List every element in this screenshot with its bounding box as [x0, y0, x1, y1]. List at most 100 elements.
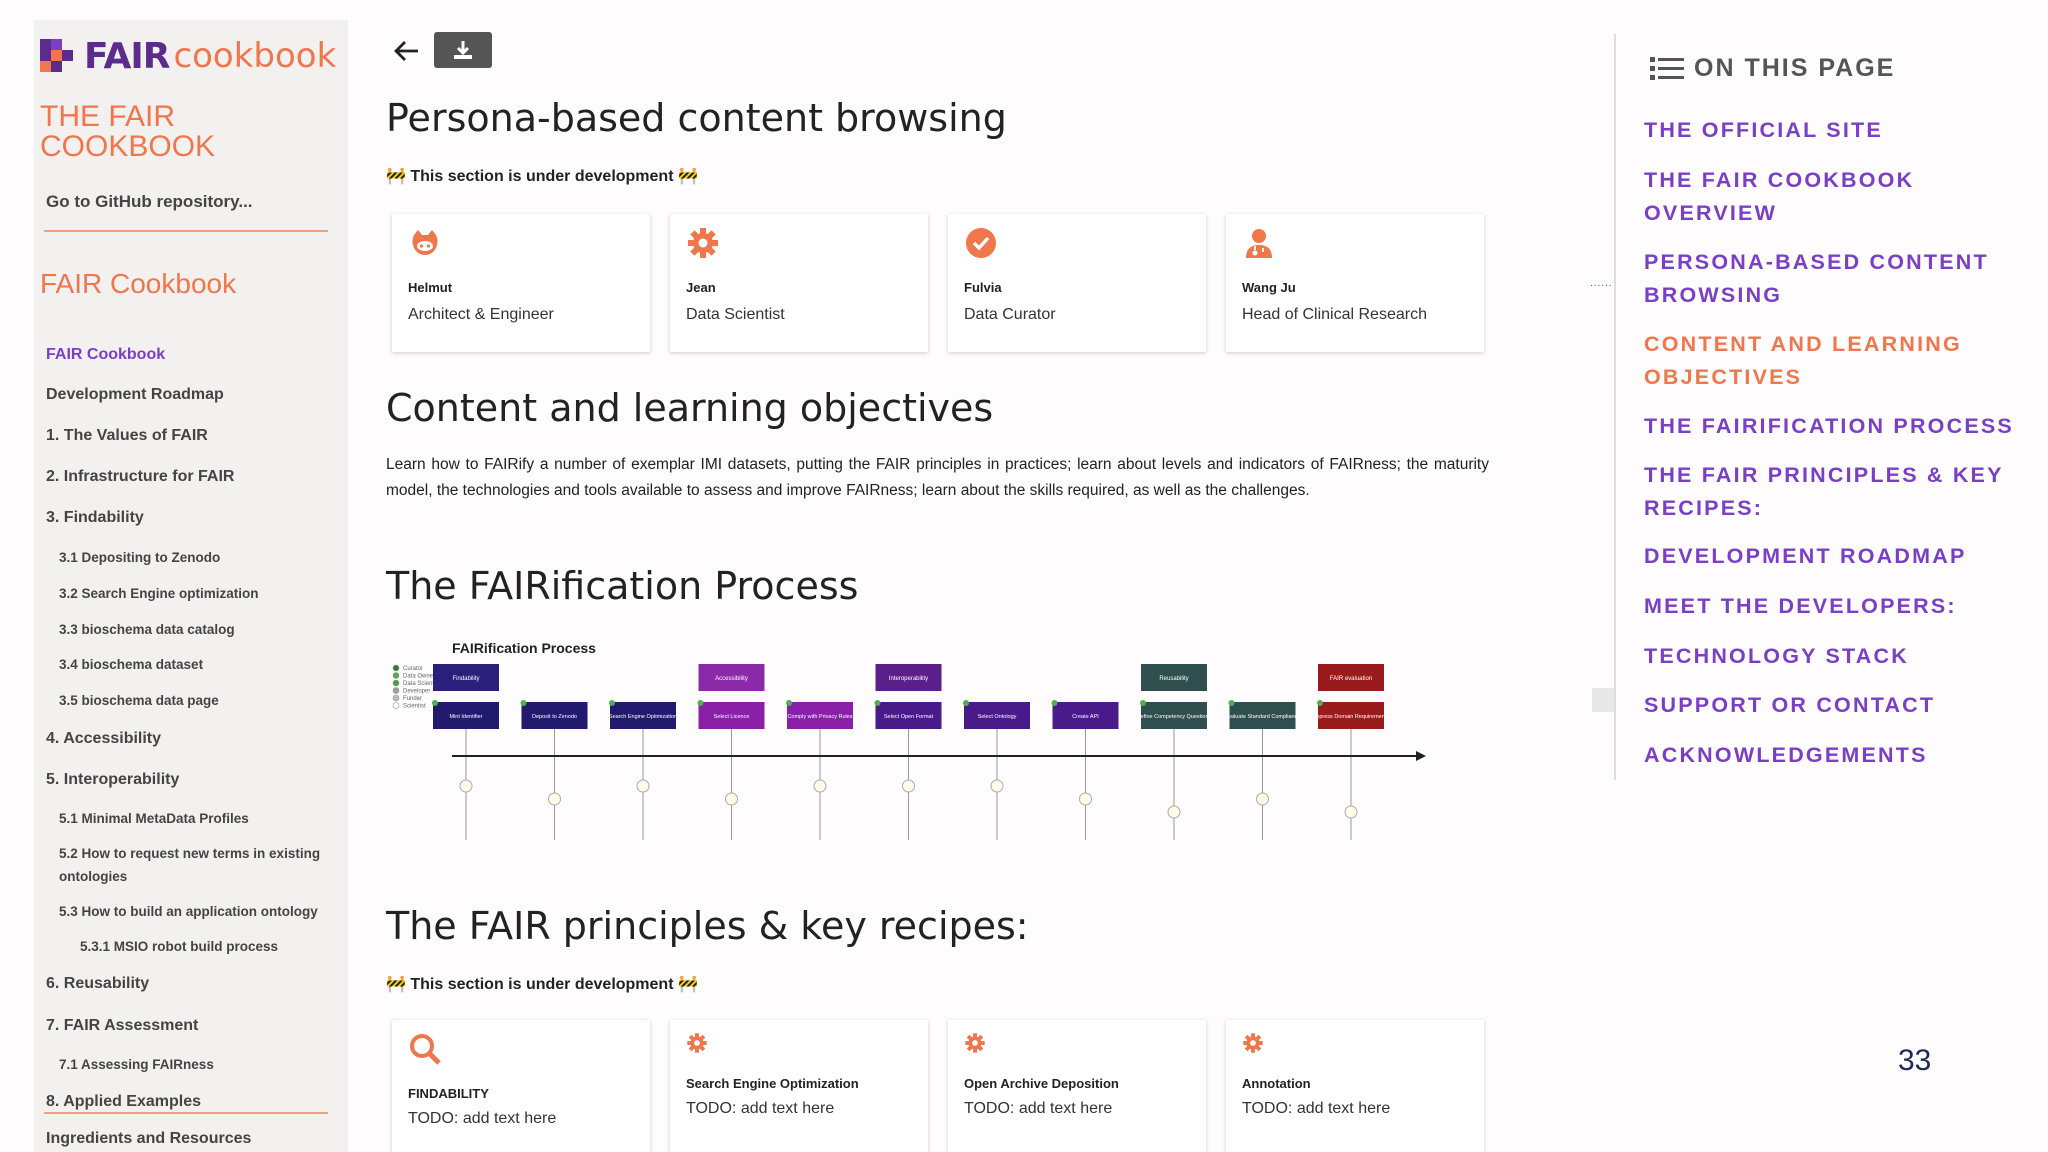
legend-label: Funder	[403, 696, 422, 702]
smiley-icon	[1256, 792, 1269, 806]
toc-item-tech-stack[interactable]: TECHNOLOGY STACK	[1644, 640, 2024, 673]
persona-card-fulvia[interactable]: Fulvia Data Curator	[948, 214, 1206, 352]
toc-item-content-objectives[interactable]: CONTENT AND LEARNING OBJECTIVES	[1644, 328, 2024, 394]
logo-text-cookbook: cookbook	[173, 36, 337, 76]
recipe-name: Annotation	[1242, 1076, 1311, 1091]
smiley-icon	[1344, 805, 1358, 819]
gear-icon	[965, 1033, 985, 1053]
sidebar-item-infrastructure[interactable]: 2. Infrastructure for FAIR	[46, 468, 234, 486]
sidebar-item-assessing-fairness[interactable]: 7.1 Assessing FAIRness	[59, 1057, 214, 1072]
list-icon	[1650, 56, 1684, 80]
sidebar-item-zenodo[interactable]: 3.1 Depositing to Zenodo	[59, 550, 220, 565]
recipe-card-open-archive[interactable]: Open Archive Deposition TODO: add text h…	[948, 1020, 1206, 1152]
fair-cookbook-logo[interactable]: FAIR cookbook	[40, 26, 336, 86]
sidebar-item-accessibility[interactable]: 4. Accessibility	[46, 730, 161, 748]
persona-card-helmut[interactable]: Helmut Architect & Engineer	[392, 214, 650, 352]
sidebar-item-msio-robot[interactable]: 5.3.1 MSIO robot build process	[80, 939, 278, 954]
download-button[interactable]	[434, 32, 492, 68]
persona-role: Data Curator	[964, 306, 1056, 323]
process-step-label: Express Domain Requirements	[1313, 714, 1389, 720]
process-step-label: Create API	[1072, 714, 1099, 720]
sidebar-item-applied-examples[interactable]: 8. Applied Examples	[46, 1093, 201, 1111]
sidebar-item-ingredients[interactable]: Ingredients and Resources	[46, 1130, 251, 1148]
process-phase-label: Accessibility	[715, 676, 748, 682]
smiley-icon	[990, 779, 1004, 793]
role-marker	[520, 700, 527, 706]
sidebar-subtitle: FAIR Cookbook	[40, 268, 237, 299]
left-sidebar: FAIR cookbook THE FAIR COOKBOOK Go to Gi…	[34, 20, 348, 1152]
toc-item-acknowledgements[interactable]: ACKNOWLEDGEMENTS	[1644, 739, 2024, 772]
toc-item-principles[interactable]: THE FAIR PRINCIPLES & KEY RECIPES:	[1644, 459, 2024, 525]
process-step-label: Select Ontology	[978, 714, 1017, 720]
recipe-name: Open Archive Deposition	[964, 1076, 1119, 1091]
smiley-icon	[1167, 805, 1181, 819]
role-marker	[1051, 700, 1058, 706]
sidebar-divider-bottom	[44, 1112, 328, 1114]
role-marker	[609, 700, 615, 706]
toc-item-official-site[interactable]: THE OFFICIAL SITE	[1644, 114, 2024, 147]
under-development-note: 🚧 This section is under development 🚧	[386, 168, 698, 185]
toc-toggle-dots[interactable]: ......	[1590, 278, 1613, 289]
sidebar-item-development-roadmap[interactable]: Development Roadmap	[46, 386, 224, 404]
under-development-note-2: 🚧 This section is under development 🚧	[386, 976, 698, 993]
process-phase-label: Findability	[452, 676, 479, 682]
toc-heading: ON THIS PAGE	[1650, 54, 1895, 83]
role-marker	[432, 700, 438, 706]
smiley-icon	[725, 792, 738, 806]
sidebar-item-request-terms[interactable]: 5.2 How to request new terms in existing…	[59, 842, 329, 888]
persona-name: Wang Ju	[1242, 280, 1296, 295]
sidebar-item-application-ontology[interactable]: 5.3 How to build an application ontology	[59, 904, 318, 919]
doctor-icon	[1246, 229, 1272, 258]
process-step-label: Define Competency Questions	[1137, 714, 1212, 720]
toc-item-support[interactable]: SUPPORT OR CONTACT	[1644, 689, 2024, 722]
gear-icon	[688, 228, 718, 258]
content-heading: Content and learning objectives	[386, 386, 994, 430]
sidebar-item-fair-assessment[interactable]: 7. FAIR Assessment	[46, 1017, 198, 1035]
github-repo-link[interactable]: Go to GitHub repository...	[46, 192, 253, 212]
legend-label: Curator	[403, 666, 423, 672]
logo-text-fair: FAIR	[84, 35, 170, 77]
sidebar-item-dataset[interactable]: 3.4 bioschema dataset	[59, 657, 203, 672]
legend-dot	[392, 664, 400, 672]
search-icon	[410, 1034, 441, 1065]
toc-item-developers[interactable]: MEET THE DEVELOPERS:	[1644, 590, 2024, 623]
logo-mark-icon	[40, 39, 74, 73]
sidebar-divider	[44, 230, 328, 232]
smiley-icon	[813, 779, 827, 793]
persona-name: Fulvia	[964, 280, 1002, 295]
toc-item-overview[interactable]: THE FAIR COOKBOOK OVERVIEW	[1644, 164, 2024, 230]
toc-scrollbar[interactable]	[1592, 688, 1614, 712]
persona-card-jean[interactable]: Jean Data Scientist	[670, 214, 928, 352]
recipe-card-seo[interactable]: Search Engine Optimization TODO: add tex…	[670, 1020, 928, 1152]
toc-item-roadmap[interactable]: DEVELOPMENT ROADMAP	[1644, 540, 2024, 573]
sidebar-item-values-of-fair[interactable]: 1. The Values of FAIR	[46, 427, 208, 445]
role-marker	[1140, 700, 1146, 706]
toc-item-persona[interactable]: PERSONA-BASED CONTENT BROWSING	[1644, 246, 2024, 312]
sidebar-item-data-page[interactable]: 3.5 bioschema data page	[59, 693, 219, 708]
arrow-left-icon[interactable]	[392, 36, 422, 66]
recipe-card-annotation[interactable]: Annotation TODO: add text here	[1226, 1020, 1484, 1152]
role-marker	[1228, 700, 1235, 706]
toc-item-fairification[interactable]: THE FAIRIFICATION PROCESS	[1644, 410, 2024, 443]
sidebar-item-findability[interactable]: 3. Findability	[46, 509, 144, 527]
sidebar-item-interoperability[interactable]: 5. Interoperability	[46, 771, 179, 789]
persona-card-wang-ju[interactable]: Wang Ju Head of Clinical Research	[1226, 214, 1484, 352]
sidebar-item-metadata-profiles[interactable]: 5.1 Minimal MetaData Profiles	[59, 811, 249, 826]
sidebar-item-data-catalog[interactable]: 3.3 bioschema data catalog	[59, 622, 235, 637]
role-marker	[874, 700, 881, 706]
process-step-label: Comply with Privacy Rules	[787, 714, 852, 720]
github-icon	[412, 230, 438, 255]
process-step-label: Select Open Format	[884, 714, 934, 720]
persona-role: Head of Clinical Research	[1242, 306, 1427, 323]
role-marker	[1317, 700, 1323, 706]
smiley-icon	[1079, 792, 1092, 806]
page-number: 33	[1898, 1044, 1932, 1077]
sidebar-item-fair-cookbook[interactable]: FAIR Cookbook	[46, 346, 165, 364]
recipe-card-findability[interactable]: FINDABILITY TODO: add text here	[392, 1020, 650, 1152]
sidebar-item-reusability[interactable]: 6. Reusability	[46, 975, 149, 993]
smiley-icon	[548, 792, 561, 806]
gear-icon	[1243, 1033, 1263, 1053]
sidebar-item-seo[interactable]: 3.2 Search Engine optimization	[59, 586, 259, 601]
persona-name: Helmut	[408, 280, 453, 295]
legend-dot	[392, 687, 400, 694]
